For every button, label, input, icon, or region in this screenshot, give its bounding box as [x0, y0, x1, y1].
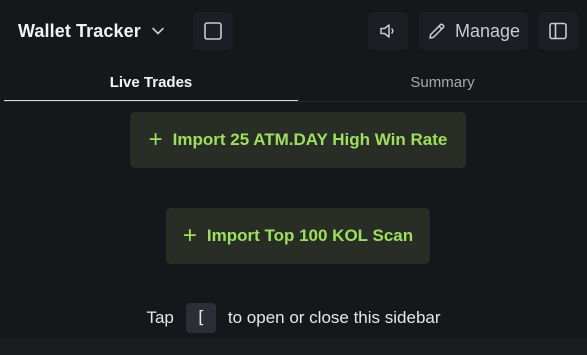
sidebar-toggle-button[interactable]: [538, 12, 578, 50]
sidebar-toggle-icon: [548, 21, 568, 41]
import-kol-scan-button[interactable]: + Import Top 100 KOL Scan: [166, 208, 430, 264]
square-icon: [203, 21, 223, 41]
speaker-icon: [378, 21, 398, 41]
manage-label: Manage: [454, 20, 521, 41]
tab-bar: Live Trades Summary: [4, 62, 587, 102]
wallet-tracker-panel: Wallet Tracker Manage Live Trades Summar…: [0, 0, 587, 355]
tab-summary[interactable]: Summary: [298, 62, 587, 102]
plus-icon: +: [148, 126, 163, 153]
bottom-bar: [0, 338, 587, 355]
hint-prefix: Tap: [146, 308, 174, 327]
panel-title: Wallet Tracker: [18, 20, 141, 41]
import-kol-scan-label: Import Top 100 KOL Scan: [206, 226, 414, 245]
import-atm-day-label: Import 25 ATM.DAY High Win Rate: [172, 130, 448, 149]
import-atm-day-button[interactable]: + Import 25 ATM.DAY High Win Rate: [130, 112, 466, 168]
sidebar-shortcut-hint: Tap [ to open or close this sidebar: [0, 302, 587, 334]
square-button[interactable]: [193, 12, 233, 50]
header: Wallet Tracker Manage: [0, 0, 587, 62]
manage-button[interactable]: Manage: [419, 12, 528, 50]
wallet-tracker-dropdown[interactable]: Wallet Tracker: [18, 13, 165, 49]
tabs-divider: [4, 101, 587, 102]
shortcut-key: [: [185, 303, 216, 333]
plus-icon: +: [182, 222, 197, 249]
tab-live-trades[interactable]: Live Trades: [4, 62, 298, 102]
chevron-down-icon: [151, 24, 165, 38]
sound-button[interactable]: [368, 12, 408, 50]
hint-suffix: to open or close this sidebar: [227, 308, 441, 327]
pencil-icon: [427, 21, 447, 41]
